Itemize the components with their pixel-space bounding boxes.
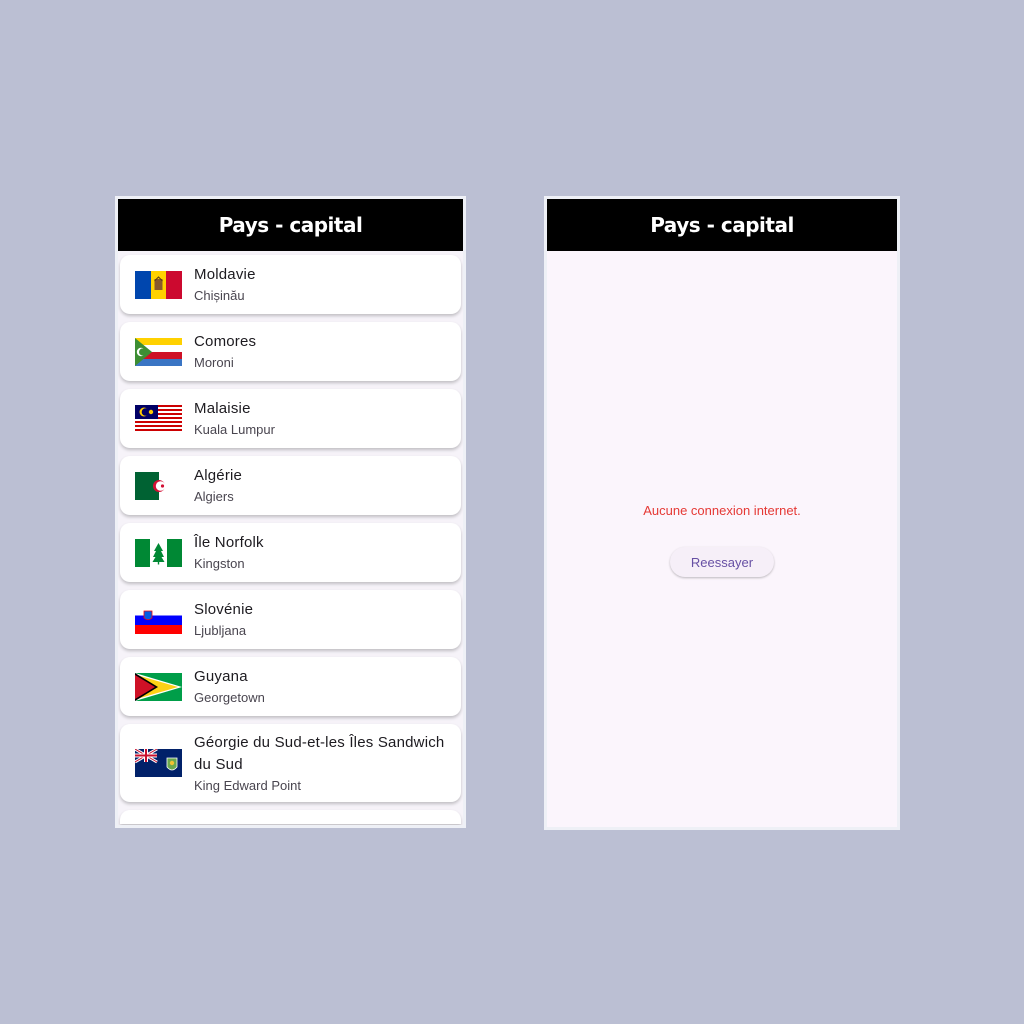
country-card[interactable]: Île Norfolk Kingston xyxy=(120,523,461,582)
capital-name: Chișinău xyxy=(194,288,245,303)
norfolk-island-flag-icon xyxy=(135,538,182,567)
capital-name: Kuala Lumpur xyxy=(194,422,275,437)
country-card[interactable]: Guyana Georgetown xyxy=(120,657,461,716)
comoros-flag-icon xyxy=(135,337,182,366)
country-list[interactable]: Moldavie Chișinău Comores Moroni Malaisi… xyxy=(118,251,463,824)
country-name: Géorgie du Sud-et-les Îles Sandwich du S… xyxy=(194,733,445,773)
country-card[interactable]: Moldavie Chișinău xyxy=(120,255,461,314)
retry-button[interactable]: Reessayer xyxy=(670,547,774,577)
country-name: Île Norfolk xyxy=(194,534,264,551)
country-name: Slovénie xyxy=(194,601,254,618)
country-name: Malaisie xyxy=(194,400,251,417)
moldova-flag-icon xyxy=(135,270,182,299)
country-name: Comores xyxy=(194,333,257,350)
capital-name: Ljubljana xyxy=(194,623,247,638)
country-list-screen: Pays - capital Moldavie Chișinău Comores… xyxy=(115,196,466,828)
capital-name: Kingston xyxy=(194,556,245,571)
capital-name: King Edward Point xyxy=(194,777,301,793)
country-card[interactable]: Géorgie du Sud-et-les Îles Sandwich du S… xyxy=(120,724,461,802)
offline-screen: Pays - capital Aucune connexion internet… xyxy=(544,196,900,830)
malaysia-flag-icon xyxy=(135,404,182,433)
algeria-flag-icon xyxy=(135,471,182,500)
no-connection-message: Aucune connexion internet. xyxy=(643,503,801,518)
country-card[interactable]: Malaisie Kuala Lumpur xyxy=(120,389,461,448)
app-bar: Pays - capital xyxy=(547,199,897,251)
country-card[interactable]: Algérie Algiers xyxy=(120,456,461,515)
country-name: Moldavie xyxy=(194,266,256,283)
app-title: Pays - capital xyxy=(218,213,363,237)
capital-name: Moroni xyxy=(194,355,234,370)
slovenia-flag-icon xyxy=(135,605,182,634)
country-card[interactable]: Slovénie Ljubljana xyxy=(120,590,461,649)
country-card[interactable]: Comores Moroni xyxy=(120,322,461,381)
guyana-flag-icon xyxy=(135,672,182,701)
south-georgia-flag-icon xyxy=(135,749,182,777)
country-name: Guyana xyxy=(194,668,248,685)
capital-name: Algiers xyxy=(194,489,234,504)
country-name: Algérie xyxy=(194,467,243,484)
app-title: Pays - capital xyxy=(650,213,794,237)
country-card-partial[interactable] xyxy=(120,810,461,824)
capital-name: Georgetown xyxy=(194,690,265,705)
app-bar: Pays - capital xyxy=(118,199,463,251)
